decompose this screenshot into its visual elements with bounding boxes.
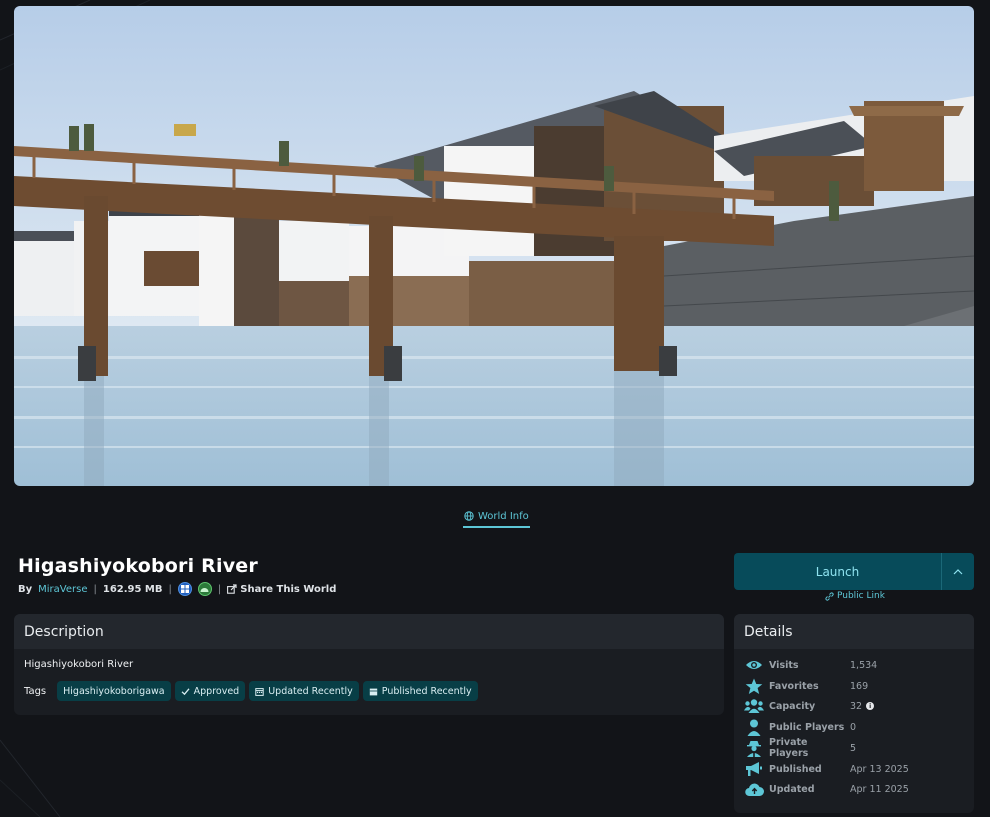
- detail-visits: Visits 1,534: [744, 655, 877, 675]
- tab-world-info[interactable]: World Info: [463, 506, 530, 528]
- windows-icon: [177, 582, 192, 596]
- world-thumbnail: [14, 6, 974, 486]
- tags-row: Tags Higashiyokoborigawa Approved Update…: [24, 681, 478, 701]
- detail-label: Public Players: [769, 721, 845, 733]
- detail-label: Updated: [769, 783, 815, 795]
- share-label: Share This World: [240, 583, 337, 595]
- description-panel: Description Higashiyokobori River Tags H…: [14, 614, 724, 715]
- detail-published: Published Apr 13 2025: [744, 759, 909, 779]
- detail-updated: Updated Apr 11 2025: [744, 779, 909, 799]
- detail-value: Apr 13 2025: [850, 763, 909, 775]
- user-secret-icon: [744, 738, 764, 758]
- file-size: 162.95 MB: [102, 583, 163, 595]
- by-label: By: [18, 583, 33, 595]
- star-icon: [744, 676, 764, 696]
- separator: |: [93, 583, 97, 595]
- detail-label: Private Players: [769, 737, 809, 759]
- tag-label: Published Recently: [381, 685, 472, 697]
- detail-label: Capacity: [769, 700, 816, 712]
- separator: |: [217, 583, 222, 595]
- user-icon: [744, 717, 764, 737]
- details-panel: Details Visits 1,534 Favorites 169 Capac…: [734, 614, 974, 813]
- details-header: Details: [734, 614, 974, 649]
- tag-approved[interactable]: Approved: [174, 681, 246, 701]
- android-icon: [197, 582, 212, 596]
- globe-icon: [464, 511, 474, 521]
- tab-label: World Info: [478, 510, 529, 522]
- detail-label: Published: [769, 763, 822, 775]
- detail-value: 169: [850, 680, 869, 692]
- detail-label: Visits: [769, 659, 799, 671]
- detail-value: 1,534: [850, 659, 878, 671]
- tab-bar: World Info: [0, 500, 990, 530]
- share-world-link[interactable]: Share This World: [227, 584, 336, 595]
- detail-value: Apr 11 2025: [850, 783, 909, 795]
- tag-higashiyokoborigawa[interactable]: Higashiyokoborigawa: [57, 681, 171, 701]
- tag-label: Approved: [193, 685, 240, 697]
- eye-icon: [744, 655, 764, 675]
- tags-label: Tags: [24, 685, 47, 697]
- separator: |: [168, 583, 172, 595]
- description-header: Description: [14, 614, 724, 649]
- link-icon: [825, 591, 834, 601]
- launch-button-group: Launch: [734, 553, 974, 590]
- info-icon[interactable]: i: [866, 702, 875, 710]
- launch-options-toggle[interactable]: [941, 553, 974, 590]
- description-text: Higashiyokobori River: [24, 659, 134, 670]
- launch-button[interactable]: Launch: [734, 553, 941, 590]
- public-link-label: Public Link: [837, 591, 885, 601]
- detail-private-players: Private Players 5: [744, 737, 856, 759]
- detail-value: 5: [850, 742, 857, 754]
- detail-favorites: Favorites 169: [744, 676, 868, 696]
- tag-label: Higashiyokoborigawa: [63, 685, 165, 697]
- calendar-icon: [369, 688, 377, 695]
- author-link[interactable]: MiraVerse: [38, 584, 87, 595]
- public-link[interactable]: Public Link: [825, 591, 885, 601]
- users-icon: [744, 696, 764, 716]
- tag-label: Updated Recently: [268, 685, 353, 697]
- detail-value: 0: [850, 721, 857, 733]
- cloud-upload-icon: [744, 779, 764, 799]
- detail-public-players: Public Players 0: [744, 717, 856, 737]
- detail-label: Favorites: [769, 680, 819, 692]
- check-icon: [181, 687, 190, 695]
- share-icon: [227, 584, 237, 594]
- detail-capacity: Capacity 32 i: [744, 696, 875, 716]
- bullhorn-icon: [744, 759, 764, 779]
- calendar-icon: [255, 687, 264, 696]
- detail-value: 32 i: [850, 701, 875, 712]
- tag-published-recently[interactable]: Published Recently: [362, 681, 478, 701]
- chevron-up-icon: [953, 568, 963, 574]
- world-meta: By MiraVerse | 162.95 MB | | Share This …: [18, 582, 336, 596]
- tag-updated-recently[interactable]: Updated Recently: [249, 681, 359, 701]
- world-title: Higashiyokobori River: [18, 555, 258, 577]
